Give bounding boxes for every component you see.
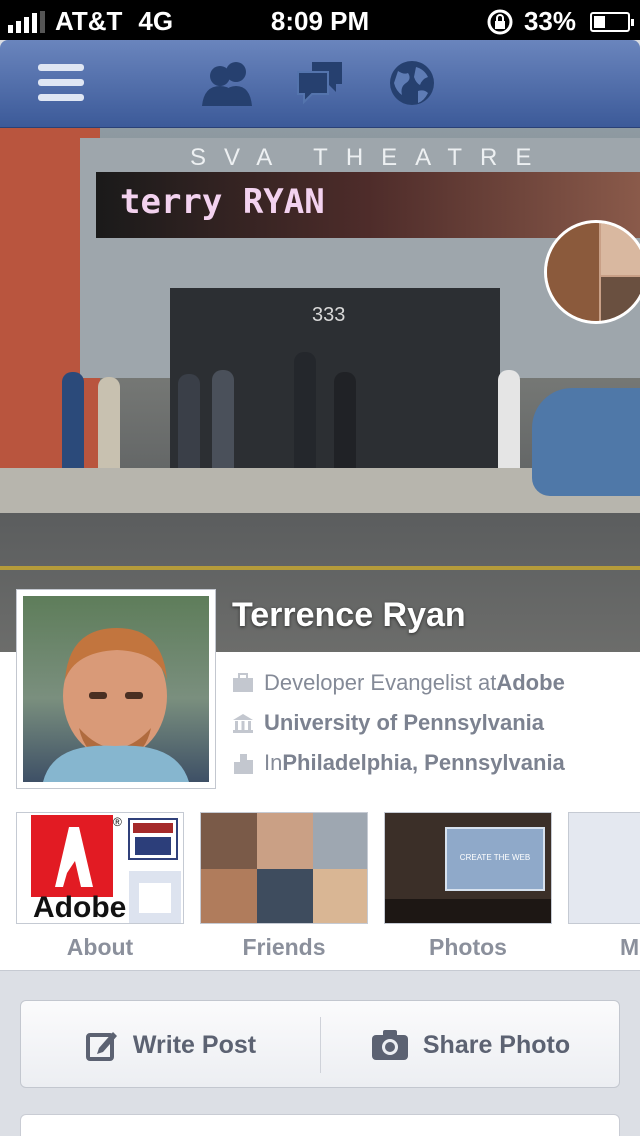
camera-icon <box>371 1030 408 1060</box>
write-post-icon <box>85 1032 117 1061</box>
friends-tile[interactable] <box>200 812 368 924</box>
adobe-logo-text: Adobe <box>33 891 127 924</box>
next-feed-card <box>20 1114 620 1136</box>
write-post-label: Write Post <box>132 1030 257 1059</box>
pedestrian <box>212 370 234 482</box>
photo-screen-text: CREATE THE WEB <box>459 853 531 862</box>
battery-fill <box>594 15 605 28</box>
mutual-friends-avatar[interactable] <box>544 220 640 324</box>
work-info: Developer Evangelist at Adobe <box>232 668 565 698</box>
profile-photo-image <box>23 596 209 782</box>
menu-icon[interactable] <box>38 64 84 114</box>
parked-car <box>532 388 640 496</box>
photos-tile[interactable]: CREATE THE WEB <box>384 812 552 924</box>
road-marking <box>0 566 640 570</box>
pedestrian <box>498 370 520 482</box>
photos-tile-label[interactable]: Photos <box>384 934 552 961</box>
education-school-link[interactable]: University of Pennsylvania <box>264 710 544 736</box>
pedestrian <box>98 377 120 482</box>
share-photo-label: Share Photo <box>422 1030 571 1059</box>
battery-percent: 33% <box>523 6 576 36</box>
notifications-globe-icon[interactable] <box>388 58 436 108</box>
education-info: University of Pennsylvania <box>232 708 544 738</box>
status-bar: AT&T 4G 8:09 PM 33% <box>0 0 640 40</box>
more-tile-label[interactable]: M <box>568 934 640 961</box>
address-number: 333 <box>312 304 346 326</box>
friends-tile-label[interactable]: Friends <box>200 934 368 961</box>
location-city-link[interactable]: Philadelphia, Pennsylvania <box>282 750 564 776</box>
pedestrian <box>178 374 200 482</box>
rotation-lock-icon <box>487 9 513 34</box>
battery-icon <box>590 11 634 32</box>
profile-name: Terrence Ryan <box>232 596 466 634</box>
messages-icon[interactable] <box>296 58 346 108</box>
profile-picture[interactable] <box>16 589 216 789</box>
briefcase-icon <box>233 673 253 692</box>
friend-requests-icon[interactable] <box>200 58 256 108</box>
work-employer-link[interactable]: Adobe <box>496 670 564 696</box>
about-tile-label[interactable]: About <box>16 934 184 961</box>
about-tile[interactable]: Adobe ® <box>16 812 184 924</box>
facebook-profile-screen: AT&T 4G 8:09 PM 33% SVA THEATRE terry RY… <box>0 0 640 1136</box>
theatre-sign: SVA THEATRE <box>190 144 550 171</box>
location-info: In Philadelphia, Pennsylvania <box>232 748 565 778</box>
location-prefix: In <box>264 750 283 775</box>
cover-photo[interactable]: SVA THEATRE terry RYAN 333 <box>0 128 640 652</box>
pedestrian <box>294 352 316 482</box>
write-post-button[interactable]: Write Post <box>21 1001 320 1089</box>
status-right: 33% <box>486 6 634 37</box>
marquee-text: terry RYAN <box>120 182 325 222</box>
pedestrian <box>62 372 84 482</box>
school-icon <box>233 714 253 733</box>
registered-mark: ® <box>113 815 122 829</box>
work-prefix: Developer Evangelist at <box>264 670 497 695</box>
city-icon <box>234 754 253 774</box>
composer-bar: Write Post Share Photo <box>20 1000 620 1088</box>
more-tile[interactable] <box>568 812 640 924</box>
pedestrian <box>334 372 356 482</box>
share-photo-button[interactable]: Share Photo <box>321 1001 620 1089</box>
top-nav-bar <box>0 40 640 128</box>
